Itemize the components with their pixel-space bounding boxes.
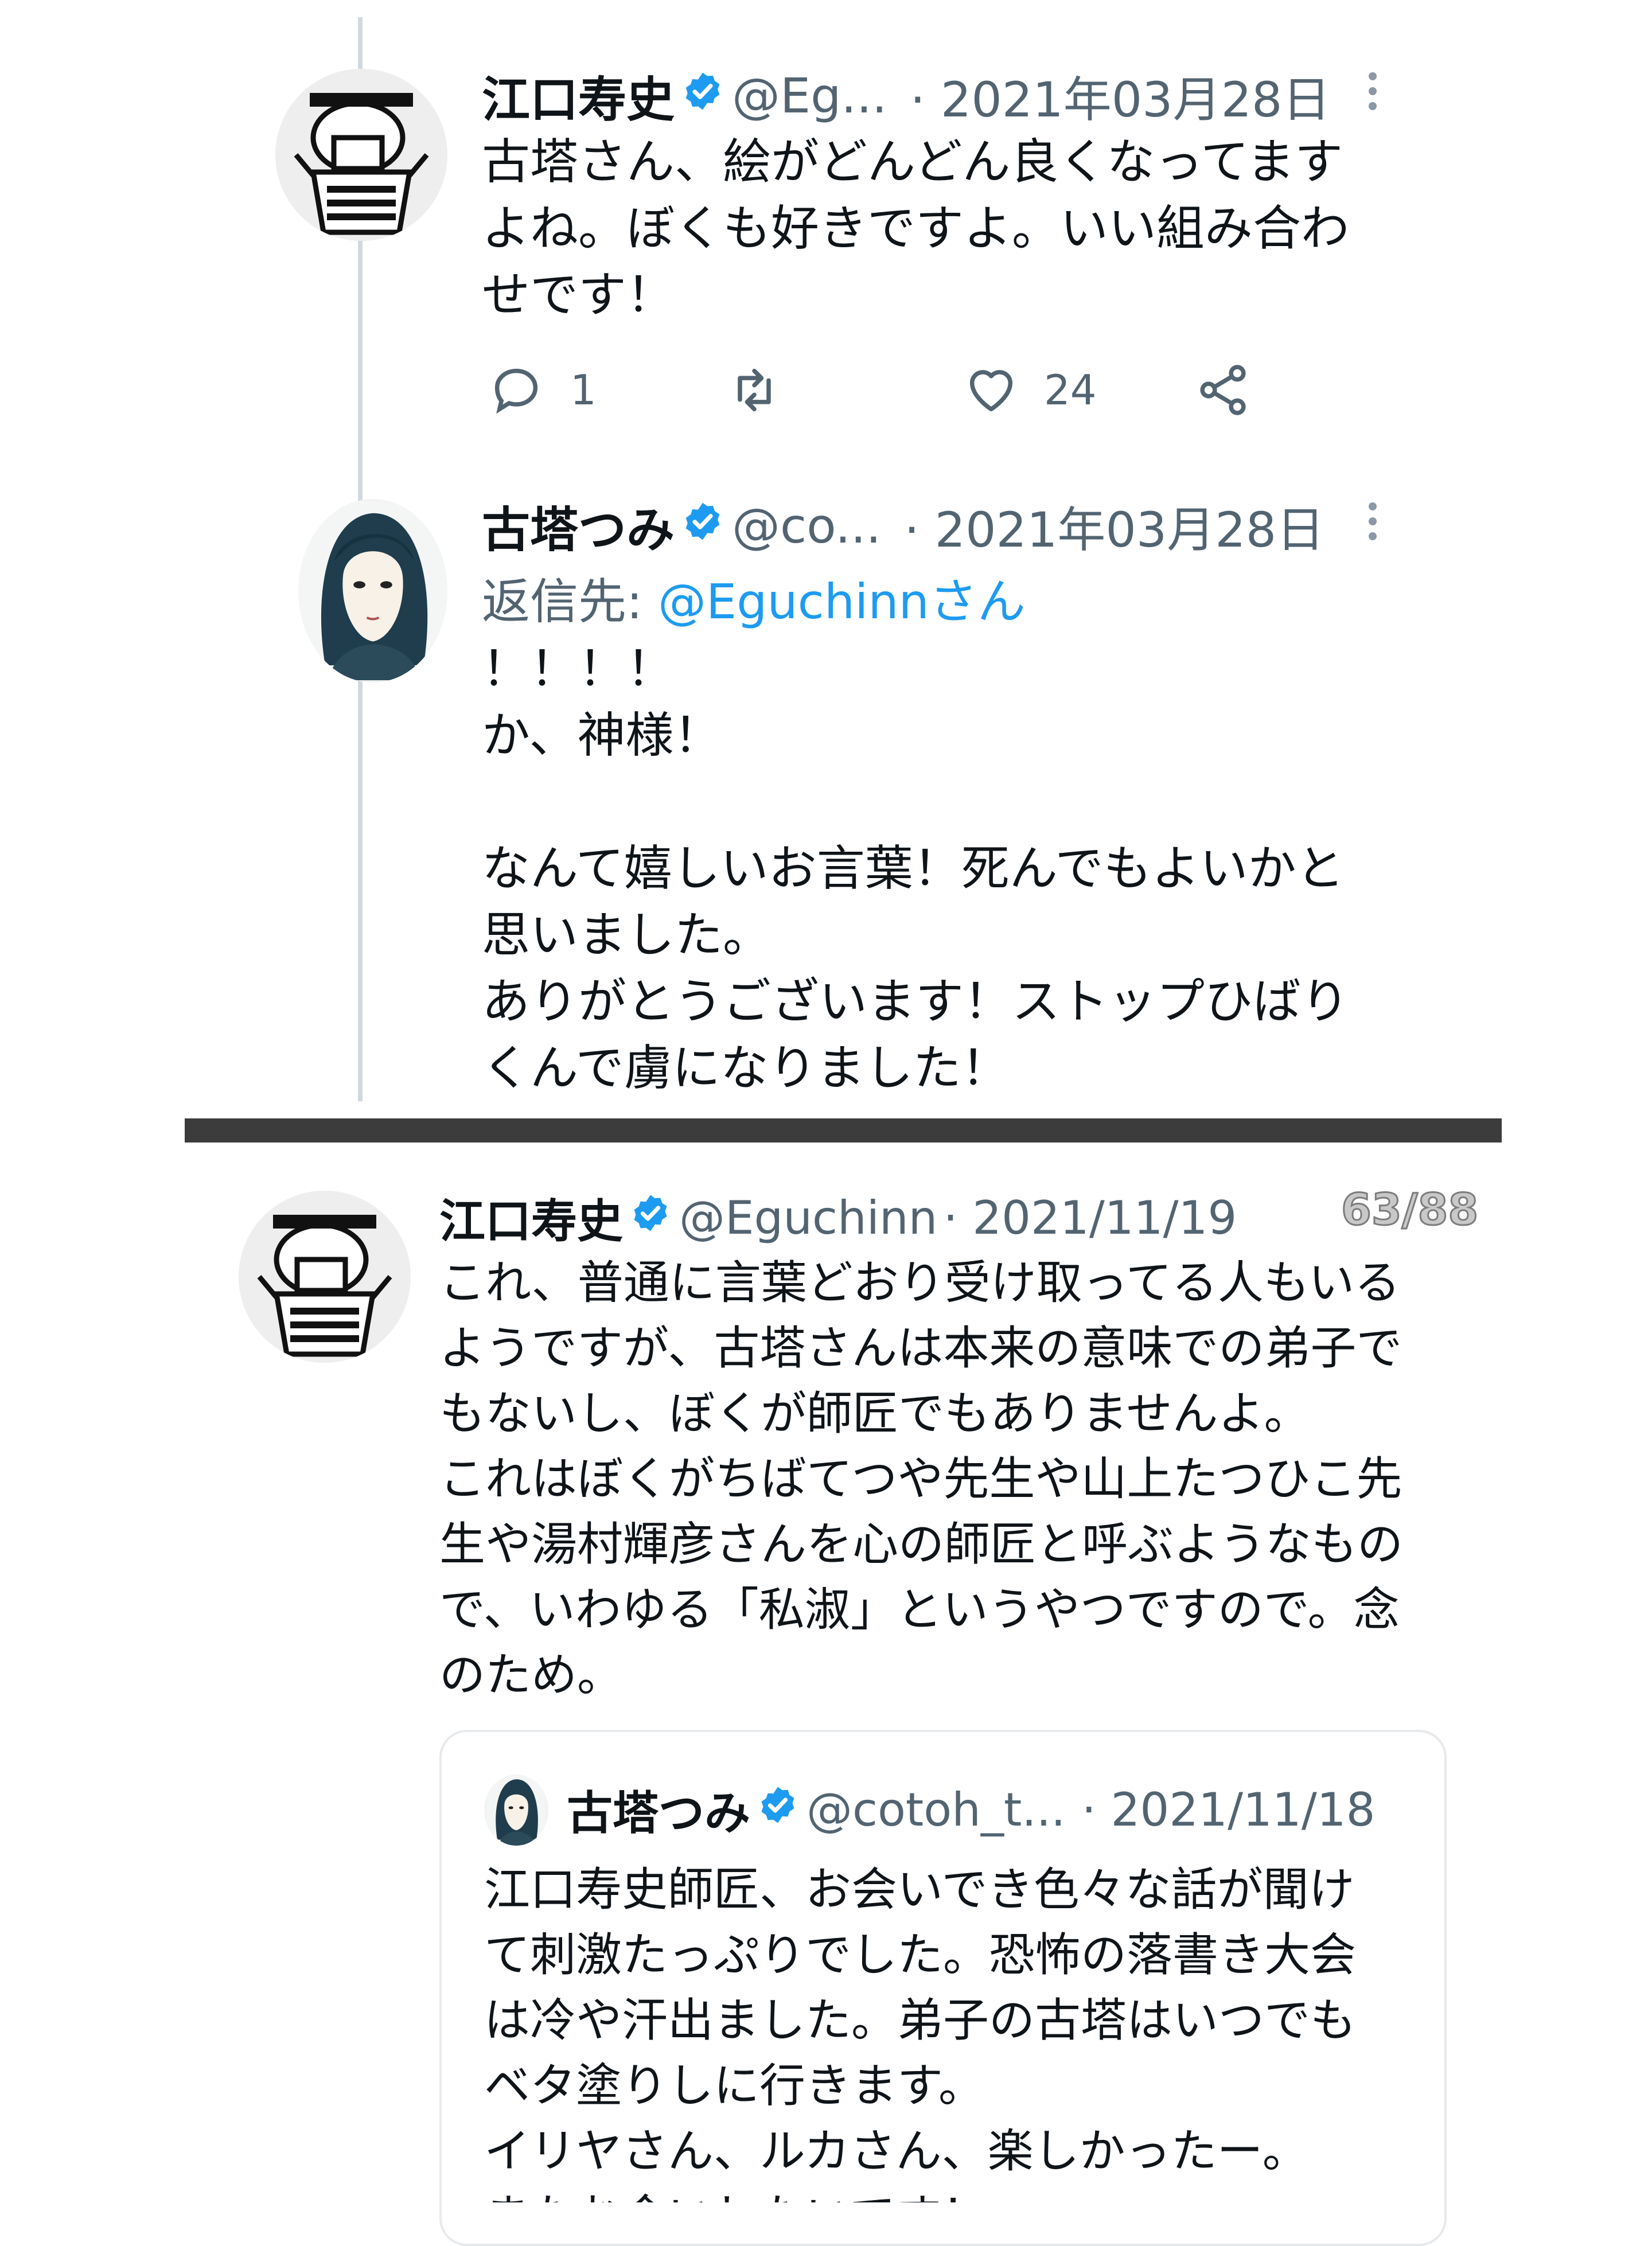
tweet-date[interactable]: · 2021年03月28日 xyxy=(904,492,1324,561)
verified-badge-icon xyxy=(681,498,724,554)
more-options-icon[interactable] xyxy=(1369,72,1377,117)
tweet-date[interactable]: · 2021年03月28日 xyxy=(910,61,1331,131)
author-name[interactable]: 江口寿史 xyxy=(482,61,675,131)
author-name[interactable]: 江口寿史 xyxy=(439,1184,623,1251)
quote-text-clip: 江口寿史師匠、お会いでき色々な話が聞け て刺激たっぷりでした。恐怖の落書き大会 … xyxy=(484,1857,1425,2202)
manga-avatar-icon xyxy=(239,1191,411,1363)
avatar[interactable] xyxy=(275,69,447,241)
author-handle[interactable]: @Eg... xyxy=(732,68,887,124)
tweet-date[interactable]: · 2021/11/19 xyxy=(943,1191,1237,1245)
tweet-date[interactable]: · 2021/11/18 xyxy=(1082,1783,1376,1836)
author-name[interactable]: 古塔つみ xyxy=(567,1776,750,1843)
verified-badge-icon xyxy=(757,1783,798,1836)
tweet-text: これ、普通に言葉どおり受け取ってる人もいる ようですが、古塔さんは本来の意味での… xyxy=(439,1256,1403,1702)
like-count: 24 xyxy=(1044,366,1097,414)
quote-header: 古塔つみ @cotoh_t... · 2021/11/18 xyxy=(567,1778,1376,1841)
reply-icon xyxy=(494,368,538,414)
reply-prefix: 返信先: xyxy=(482,574,643,630)
manga-avatar-icon xyxy=(275,69,447,241)
author-handle[interactable]: @cotoh_t... xyxy=(806,1783,1066,1836)
avatar[interactable] xyxy=(239,1191,411,1363)
retweet-icon xyxy=(738,368,771,412)
section-divider xyxy=(185,1118,1502,1143)
avatar[interactable] xyxy=(484,1775,548,1846)
share-button[interactable] xyxy=(1194,361,1252,419)
share-icon xyxy=(1200,365,1246,415)
tweet-text: 古塔さん、絵がどんどん良くなってます よね。ぼくも好きですよ。いい組み合わ せで… xyxy=(482,134,1350,323)
verified-badge-icon xyxy=(630,1191,671,1245)
tweet-header: 古塔つみ @co... · 2021年03月28日 xyxy=(482,494,1324,558)
more-options-icon[interactable] xyxy=(1369,502,1377,547)
tweet-header: 江口寿史 @Eguchinn · 2021/11/19 xyxy=(439,1186,1237,1249)
tweet-text: ！！！！ か、神様！ なんて嬉しいお言葉！死んでもよいかと 思いました。 ありが… xyxy=(482,641,1350,1096)
like-button[interactable]: 24 xyxy=(963,361,1097,419)
verified-badge-icon xyxy=(681,68,724,124)
reply-context: 返信先: @Eguchinnさん xyxy=(482,563,1026,633)
tweet-header: 江口寿史 @Eg... · 2021年03月28日 xyxy=(482,64,1330,128)
reply-button[interactable]: 1 xyxy=(488,361,597,419)
author-handle[interactable]: @Eguchinn xyxy=(679,1191,937,1245)
reply-to-link[interactable]: @Eguchinnさん xyxy=(658,574,1026,630)
page-counter: 63/88 xyxy=(1340,1183,1479,1236)
quote-text: 江口寿史師匠、お会いでき色々な話が聞け て刺激たっぷりでした。恐怖の落書き大会 … xyxy=(484,1863,1356,2202)
portrait-avatar-icon xyxy=(486,1775,546,1846)
retweet-button[interactable] xyxy=(723,361,786,419)
author-name[interactable]: 古塔つみ xyxy=(482,492,675,561)
reply-count: 1 xyxy=(570,366,597,414)
portrait-avatar-icon xyxy=(298,501,447,680)
heart-icon xyxy=(969,370,1013,412)
avatar[interactable] xyxy=(298,499,447,683)
author-handle[interactable]: @co... xyxy=(732,498,881,554)
